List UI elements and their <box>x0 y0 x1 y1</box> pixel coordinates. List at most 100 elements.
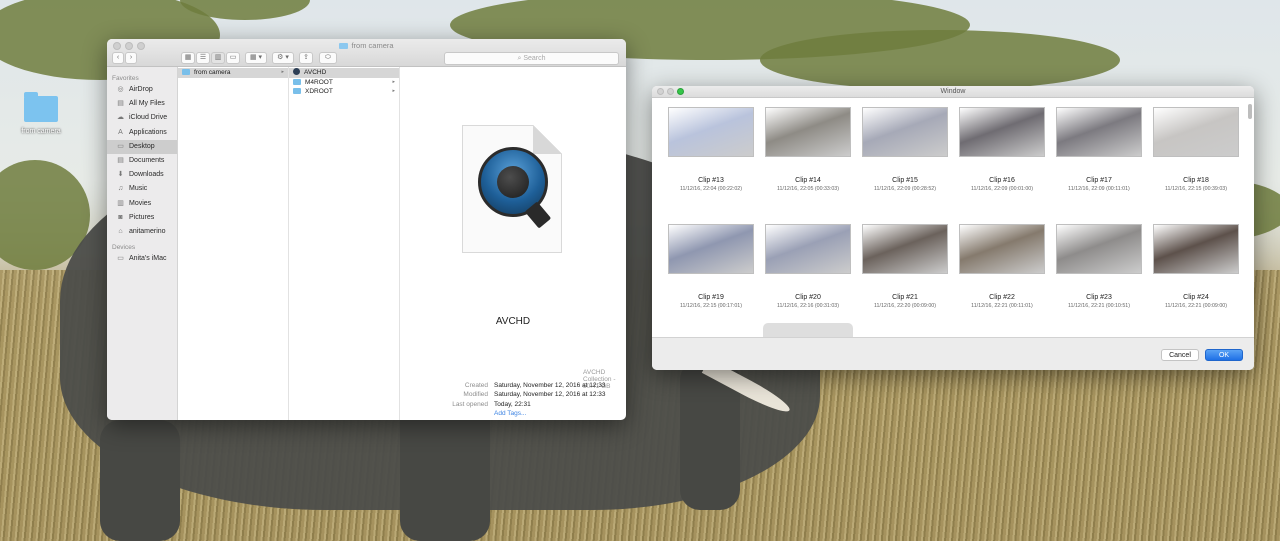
search-input[interactable]: ⌕ Search <box>444 52 619 65</box>
sidebar-item-desktop[interactable]: ▭ Desktop <box>107 139 177 154</box>
folder-icon <box>293 78 301 85</box>
finder-sidebar: Favorites ◎ AirDrop ▤ All My Files ☁ iCloud… <box>107 67 178 420</box>
forward-button[interactable]: › <box>125 52 137 64</box>
chevron-right-icon: ▸ <box>392 78 395 85</box>
clip-thumbnail <box>1056 107 1142 157</box>
clip-item[interactable]: Clip #22 11/12/16, 22:21 (00:11:01) <box>957 224 1047 309</box>
add-tags-link[interactable]: Add Tags... <box>494 410 526 417</box>
sidebar-item-downloads[interactable]: ⬇ Downloads <box>107 168 177 182</box>
sidebar-item-imac[interactable]: ▭ Anita's iMac <box>107 252 177 266</box>
meta-modified: Modified Saturday, November 12, 2016 at 1… <box>463 391 606 399</box>
music-icon: ♫ <box>117 185 124 193</box>
clip-item[interactable]: Clip #13 11/12/16, 22:04 (00:22:02) <box>666 107 756 192</box>
preview-metadata: Created Saturday, November 12, 2016 at 12… <box>420 378 606 418</box>
folder-icon <box>293 88 301 95</box>
column-1: from camera ▸ <box>178 67 289 420</box>
chevron-right-icon: ▸ <box>281 69 284 75</box>
cloud-icon: ☁ <box>117 114 124 122</box>
close-button[interactable] <box>657 88 664 95</box>
clip-item[interactable]: Clip #17 11/12/16, 22:09 (00:11:01) <box>1054 107 1144 192</box>
meta-created: Created Saturday, November 12, 2016 at 12… <box>464 382 606 389</box>
sidebar-item-documents[interactable]: ▤ Documents <box>107 154 177 168</box>
clip-thumbnail <box>1056 224 1142 274</box>
desktop-folder-label: from camera <box>21 128 61 135</box>
clip-thumbnail <box>959 224 1045 274</box>
clip-item[interactable]: Clip #21 11/12/16, 22:20 (00:09:00) <box>860 224 950 309</box>
ok-button[interactable]: OK <box>1205 349 1243 361</box>
list-view-button[interactable]: ☰ <box>196 52 210 64</box>
back-button[interactable]: ‹ <box>112 52 124 64</box>
sidebar-item-movies[interactable]: ▥ Movies <box>107 197 177 211</box>
clip-item[interactable]: Clip #14 11/12/16, 22:05 (00:33:03) <box>763 107 853 192</box>
clip-thumbnail <box>765 224 851 274</box>
clip-thumbnail <box>1153 107 1239 157</box>
clip-item[interactable]: Clip #16 11/12/16, 22:09 (00:01:00) <box>957 107 1047 192</box>
documents-icon: ▤ <box>117 156 124 164</box>
scroll-tab <box>763 323 853 337</box>
clip-item[interactable]: Clip #19 11/12/16, 22:15 (00:17:01) <box>666 224 756 309</box>
zoom-button[interactable] <box>677 88 684 95</box>
cancel-button[interactable]: Cancel <box>1161 349 1199 361</box>
clip-picker-window: Window Clip #13 11/12/16, 22:04 (00:22:02… <box>652 86 1254 370</box>
clip-thumbnail <box>959 107 1045 157</box>
home-icon: ⌂ <box>118 227 123 235</box>
action-gear-button[interactable]: ⚙ ▾ <box>272 52 294 64</box>
devices-heading: Devices <box>112 244 136 252</box>
clip-thumbnail <box>765 107 851 157</box>
tags-button[interactable]: ⬭ <box>319 52 337 64</box>
window-title: from camera <box>107 41 626 50</box>
imac-icon: ▭ <box>117 255 124 263</box>
picker-titlebar: Window <box>652 86 1254 98</box>
finder-toolbar: from camera ‹ › ▦ ☰ ▥ ▭ ▦ ▾ ⚙ ▾ ⇪ ⬭ ⌕ Se… <box>107 39 626 67</box>
list-item-xdroot[interactable]: XDROOT ▸ <box>289 87 399 97</box>
clip-thumbnail <box>862 224 948 274</box>
applications-icon: A <box>118 128 123 136</box>
gallery-view-button[interactable]: ▭ <box>226 52 240 64</box>
folder-icon <box>24 92 58 122</box>
minimize-button[interactable] <box>667 88 674 95</box>
pictures-icon: ◙ <box>118 213 123 221</box>
sidebar-item-home[interactable]: ⌂ anitamerino <box>107 225 177 239</box>
clip-item[interactable]: Clip #23 11/12/16, 22:21 (00:10:51) <box>1054 224 1144 309</box>
clip-item[interactable]: Clip #24 11/12/16, 22:21 (00:09:00) <box>1151 224 1241 309</box>
airdrop-icon: ◎ <box>117 86 124 93</box>
favorites-heading: Favorites <box>112 75 139 82</box>
sidebar-item-airdrop[interactable]: ◎ AirDrop <box>107 83 177 97</box>
folder-icon <box>182 69 190 75</box>
list-item-from-camera[interactable]: from camera ▸ <box>178 68 288 78</box>
clip-thumbnail <box>668 224 754 274</box>
sidebar-item-applications[interactable]: A Applications <box>107 126 177 140</box>
sidebar-item-pictures[interactable]: ◙ Pictures <box>107 211 177 225</box>
meta-last-opened: Last opened Today, 22:31 <box>452 400 531 408</box>
clip-item[interactable]: Clip #18 11/12/16, 22:15 (00:39:03) <box>1151 107 1241 192</box>
clip-thumbnail <box>1153 224 1239 274</box>
clip-thumbnail <box>862 107 948 157</box>
quicktime-icon <box>293 68 300 75</box>
list-item-m4root[interactable]: M4ROOT ▸ <box>289 78 399 88</box>
window-controls <box>657 88 684 95</box>
arrange-button[interactable]: ▦ ▾ <box>245 52 267 64</box>
clip-grid: Clip #13 11/12/16, 22:04 (00:22:02) Clip … <box>666 107 1246 327</box>
desktop-folder-from-camera[interactable]: from camera <box>18 92 64 135</box>
icon-view-button[interactable]: ▦ <box>181 52 195 64</box>
clip-item[interactable]: Clip #20 11/12/16, 22:16 (00:31:03) <box>763 224 853 309</box>
share-button[interactable]: ⇪ <box>299 52 313 64</box>
finder-window: from camera ‹ › ▦ ☰ ▥ ▭ ▦ ▾ ⚙ ▾ ⇪ ⬭ ⌕ Se… <box>107 39 626 420</box>
downloads-icon: ⬇ <box>117 171 124 179</box>
column-view-button[interactable]: ▥ <box>211 52 225 64</box>
movies-icon: ▥ <box>117 199 124 207</box>
folder-icon <box>339 43 349 49</box>
desktop-icon: ▭ <box>117 142 124 150</box>
preview-pane: AVCHD AVCHD Collection - 50.41 GB Create… <box>400 67 626 420</box>
picker-footer: Cancel OK <box>652 337 1254 370</box>
preview-filename: AVCHD <box>495 316 531 327</box>
chevron-right-icon: ▸ <box>392 88 395 95</box>
clip-item[interactable]: Clip #15 11/12/16, 22:09 (00:28:52) <box>860 107 950 192</box>
vertical-scrollbar[interactable] <box>1248 104 1252 119</box>
sidebar-item-music[interactable]: ♫ Music <box>107 182 177 196</box>
clip-thumbnail <box>668 107 754 157</box>
sidebar-item-all-my-files[interactable]: ▤ All My Files <box>107 97 177 111</box>
window-title: Window <box>940 88 966 95</box>
list-item-avchd[interactable]: AVCHD <box>289 68 399 78</box>
sidebar-item-icloud-drive[interactable]: ☁ iCloud Drive <box>107 111 177 125</box>
